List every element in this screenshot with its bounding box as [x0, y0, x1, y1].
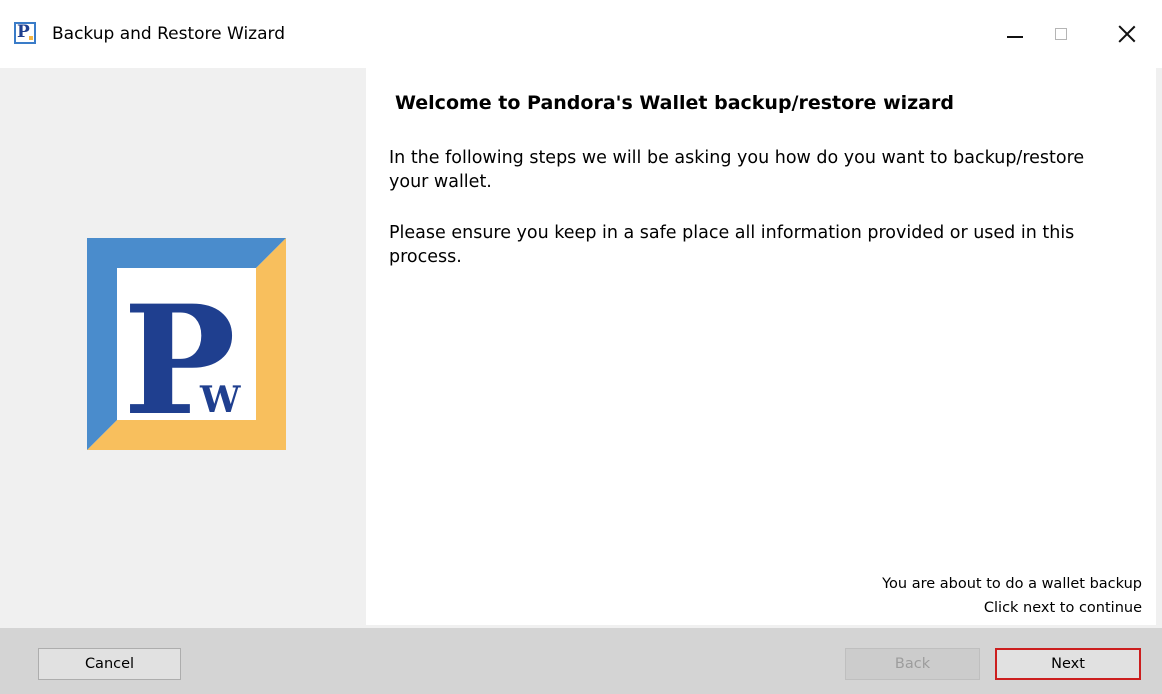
continue-hint-text: Click next to continue: [983, 600, 1142, 616]
maximize-icon: [1055, 28, 1067, 40]
window-title: Backup and Restore Wizard: [52, 24, 285, 44]
logo-letter-sub: W: [199, 379, 241, 421]
maximize-button[interactable]: [1038, 12, 1084, 56]
wizard-content: Welcome to Pandora's Wallet backup/resto…: [366, 68, 1156, 625]
intro-paragraph: In the following steps we will be asking…: [389, 148, 1085, 192]
button-bar: Cancel Back Next: [0, 628, 1162, 694]
operation-status-text: You are about to do a wallet backup: [882, 576, 1142, 592]
close-button[interactable]: [1104, 12, 1150, 56]
app-icon-dot: [29, 36, 33, 40]
back-button[interactable]: Back: [845, 648, 980, 680]
pandora-wallet-app-icon: P: [14, 22, 36, 44]
minimize-button[interactable]: [992, 12, 1038, 56]
pandora-wallet-logo: P W: [87, 238, 286, 450]
app-icon-letter: P: [17, 22, 30, 42]
page-title: Welcome to Pandora's Wallet backup/resto…: [395, 92, 954, 114]
close-icon: [1118, 25, 1136, 43]
wizard-side-panel: P W: [8, 68, 365, 625]
next-button[interactable]: Next: [995, 648, 1141, 680]
wizard-window: P Backup and Restore Wizard P W Welcome …: [0, 0, 1162, 694]
safety-paragraph: Please ensure you keep in a safe place a…: [389, 223, 1075, 267]
title-bar: P Backup and Restore Wizard: [0, 0, 1162, 68]
minimize-icon: [1007, 36, 1023, 38]
logo-letter-main: P: [123, 273, 236, 449]
cancel-button[interactable]: Cancel: [38, 648, 181, 680]
